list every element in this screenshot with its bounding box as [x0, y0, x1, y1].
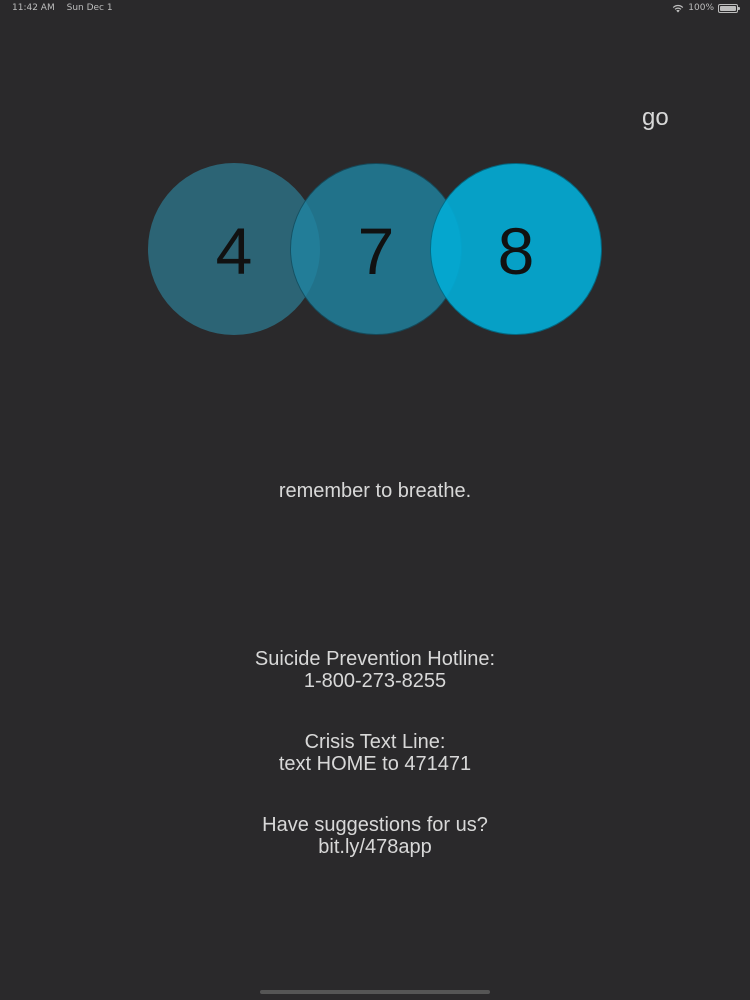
digit-hold: 7: [357, 214, 395, 288]
status-right: 100%: [672, 3, 740, 13]
crisis-block: Crisis Text Line: text HOME to 471471: [0, 731, 750, 775]
home-indicator[interactable]: [260, 990, 490, 994]
battery-percent: 100%: [688, 3, 714, 13]
hotline-title: Suicide Prevention Hotline:: [254, 648, 496, 670]
status-left: 11:42 AM Sun Dec 1: [12, 3, 113, 13]
battery-fill: [720, 5, 736, 11]
go-button[interactable]: go: [634, 100, 677, 136]
suggestions-block: Have suggestions for us? bit.ly/478app: [0, 814, 750, 858]
suggestions-title: Have suggestions for us?: [262, 814, 488, 836]
status-date: Sun Dec 1: [66, 3, 113, 13]
status-time: 11:42 AM: [12, 3, 55, 13]
breath-circle-exhale: 8: [430, 163, 602, 335]
suggestions-link[interactable]: bit.ly/478app: [0, 836, 750, 858]
crisis-detail[interactable]: text HOME to 471471: [0, 753, 750, 775]
wifi-icon: [672, 4, 684, 13]
battery-icon: [718, 3, 740, 13]
hotline-block: Suicide Prevention Hotline: 1-800-273-82…: [0, 648, 750, 692]
hotline-number[interactable]: 1-800-273-8255: [0, 670, 750, 692]
crisis-title: Crisis Text Line:: [304, 731, 446, 753]
digit-inhale: 4: [215, 214, 253, 288]
digit-exhale: 8: [497, 214, 535, 288]
breathe-message: remember to breathe.: [278, 480, 472, 502]
status-bar: 11:42 AM Sun Dec 1 100%: [0, 0, 750, 18]
